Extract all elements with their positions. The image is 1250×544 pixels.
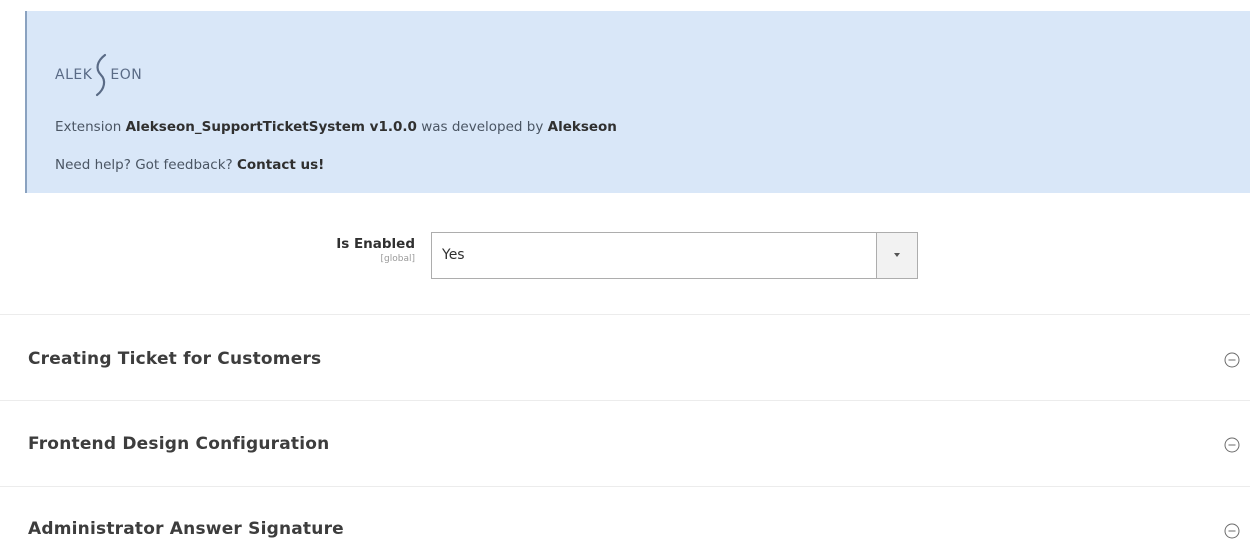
collapse-circle-icon[interactable]: [1224, 352, 1240, 368]
section-creating-ticket[interactable]: Creating Ticket for Customers: [0, 314, 1250, 400]
section-title: Frontend Design Configuration: [28, 434, 330, 454]
is-enabled-label-group: Is Enabled [global]: [336, 236, 415, 264]
help-line: Need help? Got feedback? Contact us!: [55, 157, 324, 173]
help-prefix-text: Need help? Got feedback?: [55, 157, 233, 173]
scope-label: [global]: [380, 254, 415, 264]
alekseon-logo: ALEK EON: [55, 51, 142, 99]
section-title: Administrator Answer Signature: [28, 519, 344, 539]
is-enabled-row: Is Enabled [global] Yes: [0, 232, 1250, 280]
developer-name: Alekseon: [547, 119, 617, 135]
contact-us-link[interactable]: Contact us!: [237, 157, 324, 173]
extension-name: Alekseon_SupportTicketSystem v1.0.0: [125, 119, 417, 135]
developed-by-text: was developed by: [421, 119, 544, 135]
extension-prefix-text: Extension: [55, 119, 122, 135]
section-frontend-design[interactable]: Frontend Design Configuration: [0, 400, 1250, 486]
dropdown-arrow-icon[interactable]: [876, 233, 917, 278]
collapse-circle-icon[interactable]: [1224, 523, 1240, 539]
is-enabled-label: Is Enabled: [336, 236, 415, 252]
collapse-circle-icon[interactable]: [1224, 437, 1240, 453]
logo-s-icon: [96, 53, 107, 97]
config-page: ALEK EON Extension Alekseon_SupportTicke…: [0, 0, 1250, 544]
section-title: Creating Ticket for Customers: [28, 349, 322, 369]
extension-info-banner: ALEK EON Extension Alekseon_SupportTicke…: [25, 11, 1250, 193]
logo-text-left: ALEK: [55, 67, 93, 83]
is-enabled-value: Yes: [442, 247, 465, 263]
logo-text-right: EON: [110, 67, 143, 83]
extension-info-line: Extension Alekseon_SupportTicketSystem v…: [55, 119, 617, 135]
is-enabled-select[interactable]: Yes: [431, 232, 918, 279]
section-admin-signature[interactable]: Administrator Answer Signature: [0, 486, 1250, 544]
